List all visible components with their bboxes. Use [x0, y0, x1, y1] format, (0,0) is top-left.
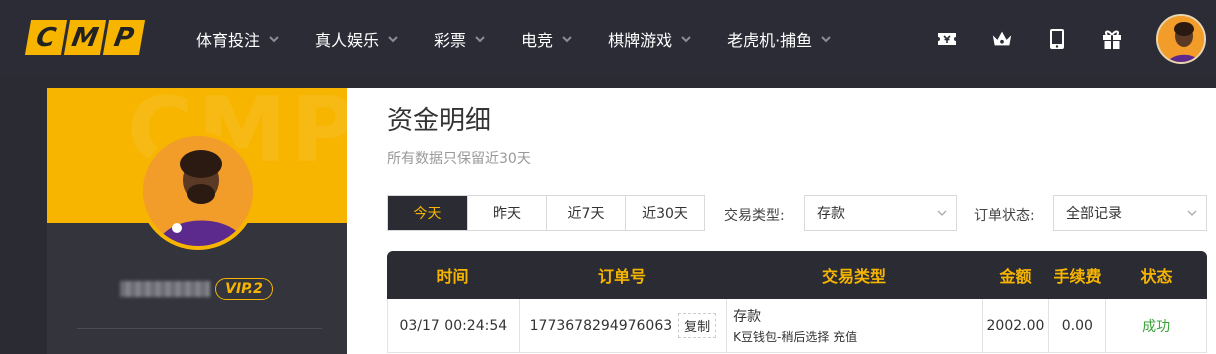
order-status-label: 订单状态:	[974, 208, 1035, 224]
chevron-down-icon	[937, 210, 947, 216]
username-blurred	[120, 281, 210, 297]
chevron-down-icon	[821, 36, 831, 43]
transaction-type-value: 存款	[817, 206, 845, 222]
nav-item-slots-fishing[interactable]: 老虎机·捕鱼	[727, 27, 831, 51]
order-status-select[interactable]: 全部记录	[1053, 195, 1207, 231]
chevron-down-icon	[475, 36, 485, 43]
cell-time: 03/17 00:24:54	[399, 317, 508, 334]
gift-icon[interactable]	[1101, 28, 1123, 50]
transaction-type-select[interactable]: 存款	[804, 195, 957, 231]
table-header: 时间 订单号 交易类型 金额 手续费 状态	[387, 251, 1207, 299]
profile-avatar	[139, 132, 257, 250]
chevron-down-icon	[1187, 210, 1197, 216]
cmp-logo[interactable]: C M P	[24, 20, 146, 55]
logo-letter: C	[24, 20, 68, 55]
table-row: 03/17 00:24:54 1773678294976063 复制 存款 K豆…	[387, 299, 1207, 353]
chevron-down-icon	[388, 36, 398, 43]
mobile-icon[interactable]	[1046, 28, 1068, 50]
chevron-down-icon	[681, 36, 691, 43]
logo-letter: P	[102, 20, 146, 55]
nav-item-label: 老虎机·捕鱼	[727, 31, 813, 50]
column-header: 订单号	[597, 267, 646, 286]
cell-status: 成功	[1105, 299, 1206, 352]
chevron-down-icon	[562, 36, 572, 43]
cell-transaction-type: 存款 K豆钱包-稍后选择 充值	[726, 299, 981, 352]
nav-item-label: 棋牌游戏	[608, 31, 673, 50]
nav-item-esports[interactable]: 电竞	[521, 27, 572, 51]
divider	[77, 328, 322, 329]
transactions-table: 时间 订单号 交易类型 金额 手续费 状态 03/17 00:24:54 177…	[387, 251, 1207, 353]
cell-fee: 0.00	[1048, 299, 1105, 352]
cell-amount: 2002.00	[981, 299, 1049, 352]
main-nav: 体育投注 真人娱乐 彩票 电竞 棋牌游戏 老虎机·捕鱼	[196, 0, 867, 78]
user-avatar[interactable]	[1156, 14, 1206, 64]
page-title: 资金明细	[387, 106, 492, 136]
nav-item-label: 体育投注	[196, 31, 261, 50]
logo-letter: M	[63, 20, 107, 55]
page-subtitle: 所有数据只保留近30天	[387, 151, 531, 167]
tab-yesterday[interactable]: 昨天	[467, 196, 546, 230]
column-header: 状态	[1140, 267, 1173, 286]
column-header: 时间	[436, 267, 469, 286]
tab-today[interactable]: 今天	[388, 196, 467, 230]
cell-order-no: 1773678294976063 复制	[518, 299, 726, 352]
transaction-type: 存款	[733, 309, 762, 325]
nav-item-lottery[interactable]: 彩票	[434, 27, 485, 51]
nav-item-sports[interactable]: 体育投注	[196, 27, 279, 51]
transaction-type-label: 交易类型:	[724, 208, 785, 224]
profile-card: CMP VIP.2	[47, 88, 347, 354]
date-range-tabs: 今天 昨天 近7天 近30天	[387, 195, 705, 231]
nav-item-card-games[interactable]: 棋牌游戏	[608, 27, 691, 51]
order-number: 1773678294976063	[529, 317, 673, 334]
crown-icon[interactable]	[991, 28, 1013, 50]
tab-last-7-days[interactable]: 近7天	[546, 196, 625, 230]
order-status-value: 全部记录	[1066, 206, 1122, 222]
nav-item-label: 电竞	[521, 31, 554, 50]
column-header: 交易类型	[821, 267, 886, 286]
transaction-detail: K豆钱包-稍后选择 充值	[733, 330, 858, 344]
nav-item-live-casino[interactable]: 真人娱乐	[315, 27, 398, 51]
header-tools	[936, 0, 1216, 78]
chevron-down-icon	[269, 36, 279, 43]
tab-last-30-days[interactable]: 近30天	[625, 196, 704, 230]
column-header: 手续费	[1053, 267, 1102, 286]
ticket-icon[interactable]	[936, 28, 958, 50]
fund-details-panel: 资金明细 所有数据只保留近30天 今天 昨天 近7天 近30天 交易类型: 存款…	[347, 88, 1216, 354]
nav-item-label: 真人娱乐	[315, 31, 380, 50]
column-header: 金额	[999, 267, 1032, 286]
copy-button[interactable]: 复制	[678, 313, 717, 338]
top-navbar: C M P 体育投注 真人娱乐 彩票 电竞 棋牌游戏 老虎机·捕鱼	[0, 0, 1216, 78]
nav-item-label: 彩票	[434, 31, 467, 50]
vip-badge: VIP.2	[215, 278, 273, 300]
